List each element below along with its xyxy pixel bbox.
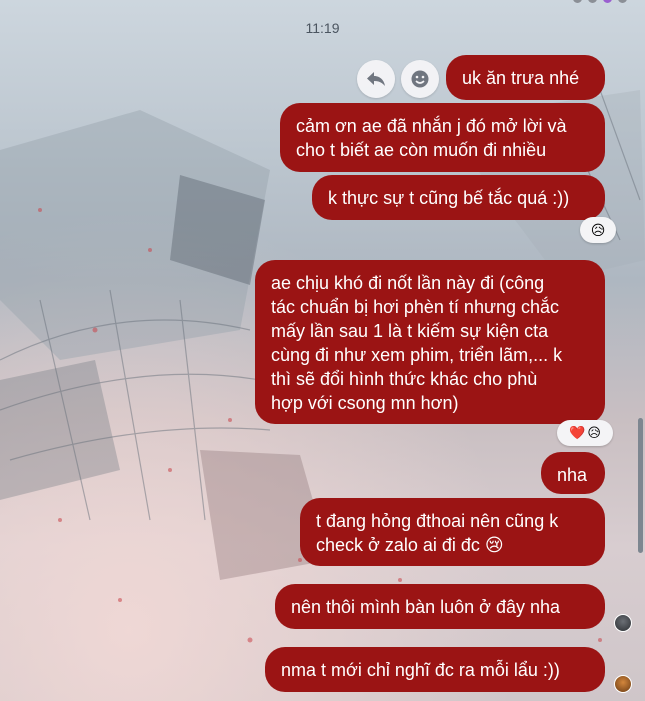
reply-button[interactable] xyxy=(357,60,395,98)
chat-message-bubble[interactable]: t đang hỏng đthoai nên cũng k check ở za… xyxy=(300,498,605,566)
emoji-icon xyxy=(411,70,429,88)
sad-face-icon: 😥 xyxy=(587,425,601,440)
reply-icon xyxy=(367,72,385,86)
message-timestamp: 11:19 xyxy=(305,20,340,36)
chat-message-bubble[interactable]: nma t mới chỉ nghĩ đc ra mỗi lẩu :)) xyxy=(265,647,605,692)
window-control-icons xyxy=(573,0,627,3)
chat-message-bubble[interactable]: cảm ơn ae đã nhắn j đó mở lời và cho t b… xyxy=(280,103,605,172)
seen-avatar xyxy=(614,614,632,632)
heart-icon: ❤️ xyxy=(569,425,586,440)
chat-message-bubble[interactable]: nha xyxy=(541,452,605,494)
react-button[interactable] xyxy=(401,60,439,98)
seen-avatar xyxy=(614,675,632,693)
scrollbar-thumb[interactable] xyxy=(638,418,643,553)
sad-face-icon: 😥 xyxy=(590,221,606,238)
message-reaction-badge[interactable]: ❤️ 😥 xyxy=(557,420,613,446)
chat-message-bubble[interactable]: k thực sự t cũng bế tắc quá :)) xyxy=(312,175,605,220)
message-reaction-badge[interactable]: 😥 xyxy=(580,217,616,243)
chat-message-bubble[interactable]: ae chịu khó đi nốt lần này đi (công tác … xyxy=(255,260,605,424)
chat-message-bubble[interactable]: uk ăn trưa nhé xyxy=(446,55,605,100)
chat-message-bubble[interactable]: nên thôi mình bàn luôn ở đây nha xyxy=(275,584,605,629)
